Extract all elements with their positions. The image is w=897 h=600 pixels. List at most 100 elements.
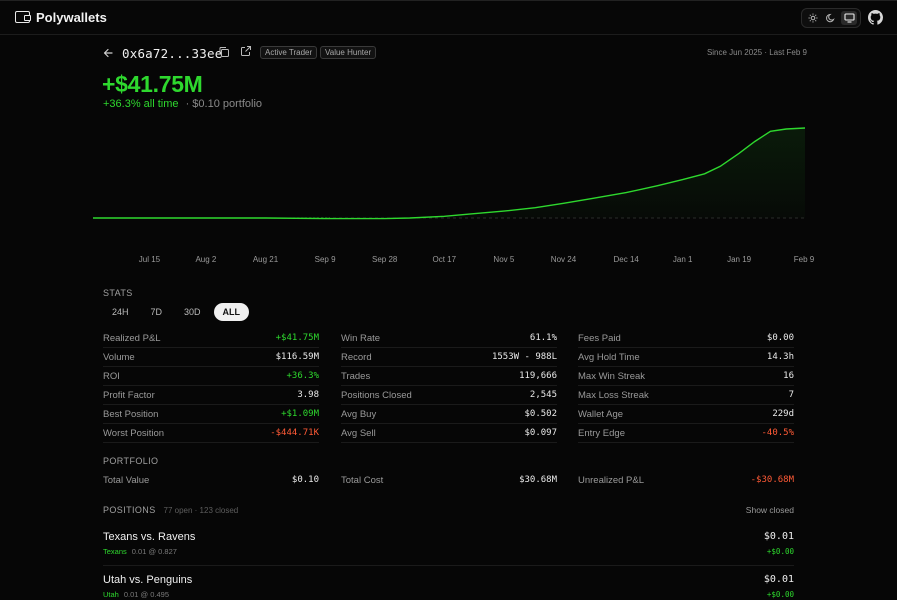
portfolio-item-value: $30.68M (519, 475, 557, 485)
stat-label: Wallet Age (578, 408, 624, 420)
stat-label: Trades (341, 370, 371, 382)
stat-value: 14.3h (766, 352, 794, 362)
portfolio-item: Total Cost $30.68M (341, 475, 557, 486)
arrow-left-icon[interactable] (102, 47, 114, 59)
stat-label: Best Position (103, 408, 159, 420)
stat-label: Max Loss Streak (578, 389, 649, 401)
position-detail: 0.01 @ 0.495 (123, 590, 169, 599)
stat-label: Fees Paid (578, 332, 621, 344)
stat-row: Volume $116.59M (103, 348, 319, 367)
stats-column-2: Win Rate 61.1% Record 1553W - 988L Trades 1… (341, 329, 557, 443)
x-tick-label: Dec 14 (614, 255, 640, 264)
x-tick-label: Nov 5 (493, 255, 514, 264)
stat-row: Best Position +$1.09M (103, 405, 319, 424)
stat-label: ROI (103, 370, 120, 382)
stat-label: Avg Sell (341, 427, 376, 439)
position-title: Texans vs. Ravens (103, 531, 196, 543)
stat-value: 229d (772, 409, 794, 419)
portfolio-label: PORTFOLIO (103, 456, 159, 466)
position-value: $0.01 (763, 574, 794, 585)
github-icon[interactable] (868, 10, 883, 25)
stat-label: Realized P&L (103, 332, 161, 344)
copy-icon[interactable] (218, 46, 230, 58)
x-tick-label: Jan 19 (727, 255, 752, 264)
stat-row: Trades 119,666 (341, 367, 557, 386)
stats-column-1: Realized P&L +$41.75M Volume $116.59M ROI +… (103, 329, 319, 443)
stat-value: -$444.71K (270, 428, 319, 438)
stat-row: Positions Closed 2,545 (341, 386, 557, 405)
position-pnl: +$0.00 (766, 547, 794, 556)
stat-row: Wallet Age 229d (578, 405, 794, 424)
stat-value: $116.59M (275, 352, 319, 362)
tab-24h[interactable]: 24H (103, 303, 138, 321)
monitor-icon[interactable] (841, 11, 857, 25)
stat-value: +36.3% (286, 371, 319, 381)
period-tabs: 24H 7D 30D ALL (103, 303, 250, 321)
stat-label: Volume (103, 351, 135, 363)
stat-value: +$41.75M (275, 333, 319, 343)
position-title: Utah vs. Penguins (103, 574, 193, 586)
x-tick-label: Oct 17 (433, 255, 457, 264)
position-meta: Utah 0.01 @ 0.495 (103, 590, 169, 599)
positions-label: POSITIONS (103, 505, 156, 515)
stat-value: 1553W - 988L (491, 352, 557, 362)
stats-column-3: Fees Paid $0.00 Avg Hold Time 14.3h Max Wi… (578, 329, 794, 443)
stat-row: Avg Hold Time 14.3h (578, 348, 794, 367)
stat-value: $0.502 (524, 409, 557, 419)
stat-value: 7 (788, 390, 794, 400)
position-meta: Texans 0.01 @ 0.827 (103, 547, 177, 556)
chart-area (93, 128, 805, 219)
stat-row: Record 1553W - 988L (341, 348, 557, 367)
stat-row: Entry Edge -40.5% (578, 424, 794, 443)
stat-label: Entry Edge (578, 427, 625, 439)
wallet-icon (15, 11, 31, 23)
tab-30d[interactable]: 30D (175, 303, 210, 321)
stat-label: Avg Buy (341, 408, 377, 420)
sun-icon[interactable] (805, 11, 821, 25)
x-tick-label: Aug 21 (253, 255, 279, 264)
stat-label: Avg Hold Time (578, 351, 640, 363)
divider (103, 565, 794, 566)
x-tick-label: Jan 1 (673, 255, 693, 264)
stat-value: 16 (783, 371, 794, 381)
stat-value: -40.5% (761, 428, 794, 438)
portfolio-summary: · $0.10 portfolio (185, 98, 263, 110)
positions-header: POSITIONS 77 open · 123 closed (103, 505, 238, 515)
x-tick-label: Sep 9 (315, 255, 336, 264)
stat-row: Avg Buy $0.502 (341, 405, 557, 424)
position-detail: 0.01 @ 0.827 (131, 547, 177, 556)
stats-label: STATS (103, 288, 133, 298)
pct-all-time: +36.3% all time (103, 98, 179, 110)
stat-label: Profit Factor (103, 389, 155, 401)
stat-row: Worst Position -$444.71K (103, 424, 319, 443)
tab-all[interactable]: ALL (213, 303, 250, 321)
portfolio-item: Total Value $0.10 (103, 475, 319, 486)
stat-value: +$1.09M (281, 409, 319, 419)
stat-row: Realized P&L +$41.75M (103, 329, 319, 348)
position-value: $0.01 (763, 531, 794, 542)
tab-7d[interactable]: 7D (142, 303, 172, 321)
stat-label: Positions Closed (341, 389, 412, 401)
stat-label: Max Win Streak (578, 370, 646, 382)
stat-value: 119,666 (519, 371, 557, 381)
portfolio-item-label: Total Cost (341, 475, 384, 486)
stat-label: Worst Position (103, 427, 165, 439)
show-closed-toggle[interactable]: Show closed (746, 505, 794, 515)
moon-icon[interactable] (823, 11, 839, 25)
position-outcome: Texans (103, 547, 127, 556)
x-tick-label: Sep 28 (372, 255, 398, 264)
tag-value-hunter: Value Hunter (320, 46, 377, 59)
stat-row: Max Win Streak 16 (578, 367, 794, 386)
external-link-icon[interactable] (240, 45, 252, 57)
top-bar: Polywallets (0, 0, 897, 35)
portfolio-item-value: $0.10 (291, 475, 319, 485)
stat-value: 3.98 (297, 390, 319, 400)
stat-value: $0.00 (766, 333, 794, 343)
theme-switcher (801, 8, 861, 28)
app-name[interactable]: Polywallets (36, 10, 107, 25)
position-row[interactable]: Utah vs. Penguins Utah 0.01 @ 0.495 $0.01… (103, 574, 794, 600)
total-pnl: +$41.75M (102, 71, 203, 97)
pnl-chart[interactable]: Jul 15 Aug 2 Aug 21 Sep 9 Sep 28 Oct 17 Nov 5 N… (0, 110, 897, 270)
x-axis: Jul 15 Aug 2 Aug 21 Sep 9 Sep 28 Oct 17 Nov 5 N… (139, 255, 815, 264)
stat-label: Win Rate (341, 332, 381, 344)
